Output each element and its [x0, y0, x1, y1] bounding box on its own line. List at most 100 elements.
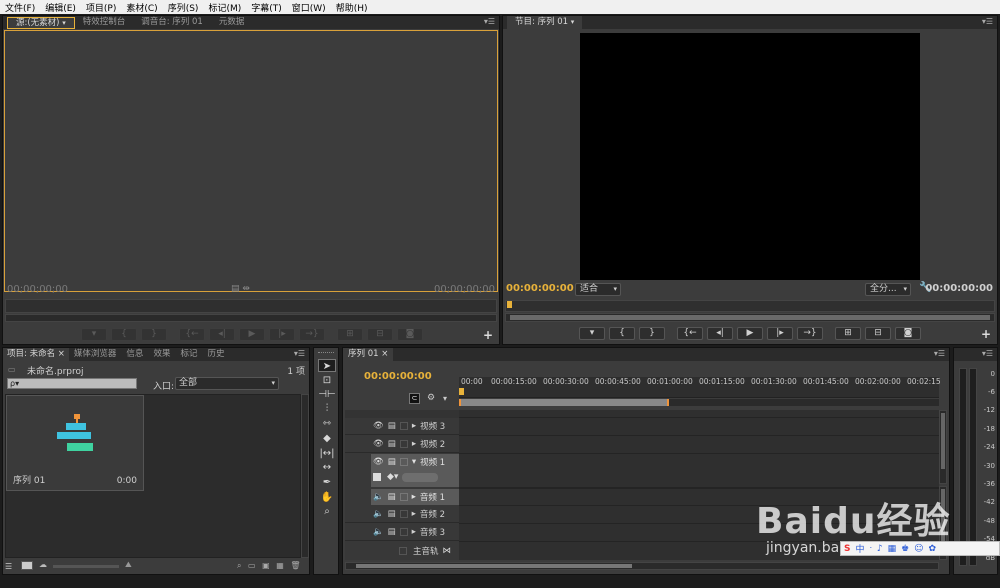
source-add-button-icon[interactable]: +	[483, 328, 493, 342]
tab-metadata[interactable]: 元数据	[211, 16, 253, 29]
zoom-tool-icon[interactable]: ⌕	[318, 505, 336, 518]
track-select-tool-icon[interactable]: ⊡	[318, 374, 336, 387]
snap-icon[interactable]: ⊂	[409, 393, 420, 404]
tab-markers[interactable]: 标记	[175, 348, 202, 361]
track-checkbox[interactable]	[399, 422, 408, 430]
track-checkbox[interactable]	[399, 458, 408, 466]
track-header-master[interactable]: 主音轨 ⋈	[345, 542, 459, 559]
source-goto-out-button[interactable]: →}	[299, 328, 325, 341]
program-marker-button[interactable]: ▾	[579, 327, 605, 340]
slide-tool-icon[interactable]: ↔	[318, 461, 336, 474]
source-export-frame-button[interactable]: ◙	[397, 328, 423, 341]
tab-sequence[interactable]: 序列 01 ×	[343, 348, 394, 361]
expand-triangle-icon[interactable]: ▸	[412, 492, 416, 502]
pen-tool-icon[interactable]: ✒	[318, 476, 336, 489]
close-icon[interactable]: ×	[58, 349, 65, 359]
selection-tool-icon[interactable]: ➤	[318, 359, 336, 372]
expand-triangle-icon[interactable]: ▸	[412, 527, 416, 537]
razor-tool-icon[interactable]: ◆	[318, 432, 336, 445]
keyframe-nav-icon[interactable]: ◆▾	[387, 472, 398, 482]
collapse-triangle-icon[interactable]: ▾	[412, 457, 416, 467]
menu-marker[interactable]: 标记(M)	[203, 1, 246, 14]
expand-triangle-icon[interactable]: ▸	[412, 509, 416, 519]
source-step-back-button[interactable]: ◂|	[209, 328, 235, 341]
hand-tool-icon[interactable]: ✋	[318, 491, 336, 504]
add-marker-icon[interactable]: ▾	[443, 394, 447, 403]
program-scrollbar[interactable]	[505, 313, 995, 322]
tab-history[interactable]: 历史	[202, 348, 229, 361]
slip-tool-icon[interactable]: |↔|	[318, 447, 336, 460]
speaker-icon[interactable]: 🔈	[373, 527, 384, 537]
tab-program[interactable]: 节目: 序列 01 ▾	[507, 16, 583, 29]
program-play-button[interactable]: ▶	[737, 327, 763, 340]
lock-icon[interactable]: ▤	[388, 509, 396, 519]
lock-icon[interactable]: ▤	[388, 421, 396, 431]
tab-project[interactable]: 项目: 未命名 ×	[3, 348, 69, 361]
track-checkbox[interactable]	[399, 493, 408, 501]
tab-effects[interactable]: 效果	[148, 348, 175, 361]
ime-keyboard-icon[interactable]: ▦	[888, 544, 897, 554]
track-header-audio-2[interactable]: 🔈 ▤ ▸ 音频 2	[345, 506, 459, 523]
lock-icon[interactable]: ▤	[388, 492, 396, 502]
close-icon[interactable]: ×	[381, 349, 388, 359]
program-goto-out-button[interactable]: →}	[797, 327, 823, 340]
menu-clip[interactable]: 素材(C)	[121, 1, 162, 14]
program-out-button[interactable]: }	[639, 327, 665, 340]
tab-effect-controls[interactable]: 特效控制台	[75, 16, 134, 29]
menu-window[interactable]: 窗口(W)	[287, 1, 331, 14]
track-checkbox[interactable]	[399, 510, 408, 518]
panel-menu-icon[interactable]: ▾☰	[982, 349, 993, 358]
program-extract-button[interactable]: ⊟	[865, 327, 891, 340]
menu-file[interactable]: 文件(F)	[0, 1, 40, 14]
linked-selection-icon[interactable]: ⚙	[427, 393, 435, 403]
tab-info[interactable]: 信息	[121, 348, 148, 361]
keyframe-display-icon[interactable]	[373, 473, 381, 481]
lock-icon[interactable]: ▤	[388, 439, 396, 449]
playhead-icon[interactable]	[507, 301, 512, 308]
tab-audio-mixer[interactable]: 调音台: 序列 01	[133, 16, 211, 29]
tab-media-browser[interactable]: 媒体浏览器	[69, 348, 122, 361]
ime-toolbar[interactable]: S 中 ᐧ ♪ ▦ ♚ ☺ ✿	[840, 541, 1000, 556]
program-add-button-icon[interactable]: +	[981, 327, 991, 341]
timeline-horizontal-scrollbar[interactable]	[345, 562, 939, 570]
program-lift-button[interactable]: ⊞	[835, 327, 861, 340]
keyframe-nav-field[interactable]	[402, 472, 439, 482]
ime-user-icon[interactable]: ☺	[914, 544, 923, 554]
speaker-icon[interactable]: 🔈	[373, 509, 384, 519]
ime-mode-icon[interactable]: 中	[855, 542, 864, 555]
panel-menu-icon[interactable]: ▾☰	[982, 17, 993, 26]
source-goto-in-button[interactable]: {←	[179, 328, 205, 341]
icon-view-icon[interactable]	[21, 561, 33, 570]
source-overwrite-button[interactable]: ⊟	[367, 328, 393, 341]
expand-triangle-icon[interactable]: ▸	[412, 421, 416, 431]
list-view-icon[interactable]: ☰	[5, 562, 12, 571]
timeline-timecode[interactable]: 00:00:00:00	[364, 371, 432, 382]
program-goto-in-button[interactable]: {←	[677, 327, 703, 340]
ime-tools-icon[interactable]: ✿	[929, 544, 937, 554]
track-header-audio-1[interactable]: 🔈 ▤ ▸ 音频 1	[371, 489, 459, 505]
clip-thumbnail[interactable]: 序列 01 0:00	[6, 395, 144, 491]
project-search-input[interactable]: ρ▾	[7, 378, 137, 389]
source-marker-button[interactable]: ▾	[81, 328, 107, 341]
lock-icon[interactable]: ▤	[388, 457, 396, 467]
program-resolution-dropdown[interactable]: 全分... ▾	[865, 283, 911, 296]
menu-project[interactable]: 项目(P)	[81, 1, 121, 14]
source-settings-icon[interactable]: ▤ ⇹	[231, 284, 250, 294]
menu-sequence[interactable]: 序列(S)	[163, 1, 204, 14]
program-fit-dropdown[interactable]: 适合 ▾	[575, 283, 621, 296]
eye-icon[interactable]: 👁	[373, 421, 384, 431]
track-checkbox[interactable]	[399, 440, 408, 448]
ripple-edit-tool-icon[interactable]: ⊣⊢	[318, 388, 336, 401]
track-checkbox[interactable]	[399, 528, 408, 536]
track-header-video-1[interactable]: 👁 ▤ ▾ 视频 1 ◆▾	[371, 454, 459, 487]
menu-edit[interactable]: 编辑(E)	[40, 1, 81, 14]
track-header-video-3[interactable]: 👁 ▤ ▸ 视频 3	[345, 418, 459, 435]
menu-help[interactable]: 帮助(H)	[331, 1, 373, 14]
eye-icon[interactable]: 👁	[373, 439, 384, 449]
eye-icon[interactable]: 👁	[373, 457, 384, 467]
project-scrollbar[interactable]	[301, 394, 309, 558]
source-scrollbar[interactable]	[5, 314, 497, 322]
rolling-edit-tool-icon[interactable]: ⫶	[318, 402, 336, 415]
timeline-ruler[interactable]: 00:00 00:00:15:00 00:00:30:00 00:00:45:0…	[459, 377, 941, 398]
source-out-button[interactable]: }	[141, 328, 167, 341]
